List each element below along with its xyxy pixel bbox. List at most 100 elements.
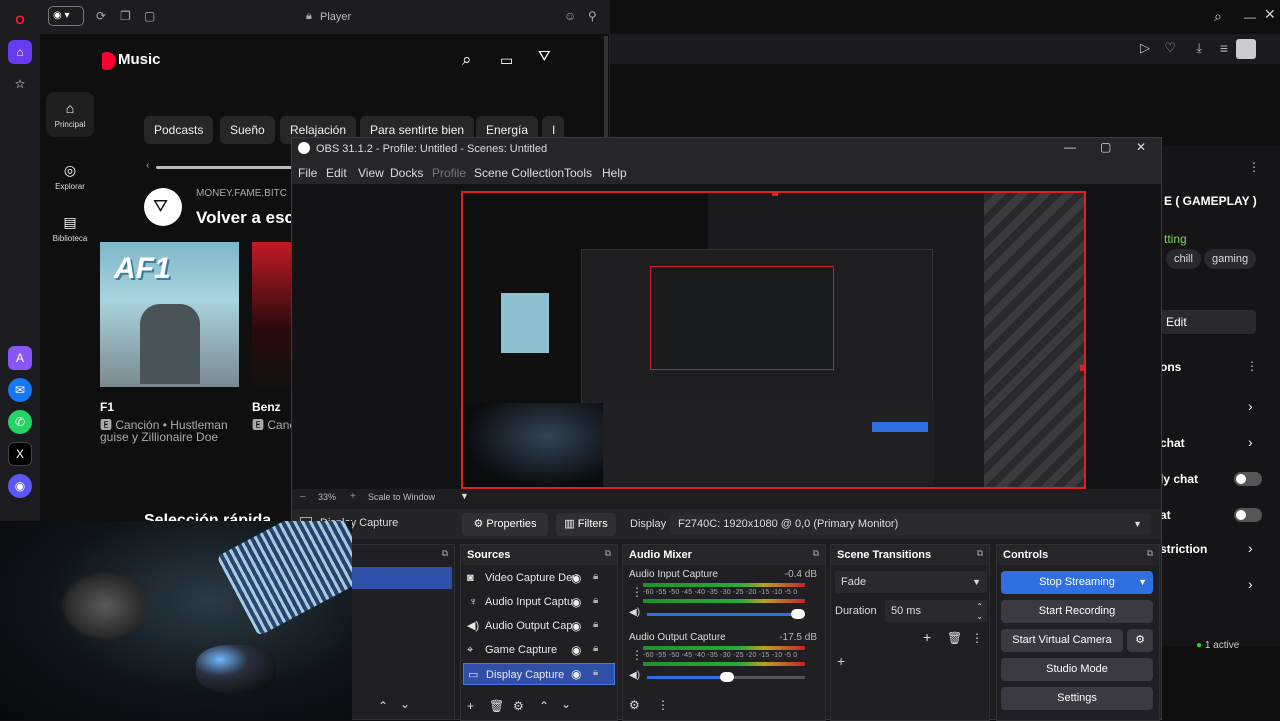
add-icon[interactable]: +: [923, 629, 931, 645]
chevron-down-icon[interactable]: ⌄: [400, 697, 410, 711]
chevron-down-icon[interactable]: ⌄: [561, 697, 571, 711]
menu-edit[interactable]: Edit: [326, 166, 347, 180]
chip-sueno[interactable]: Sueño: [220, 116, 275, 144]
menu-file[interactable]: File: [298, 166, 317, 180]
rail-item-home[interactable]: ⌂ Principal: [46, 92, 94, 137]
window-icon[interactable]: ▢: [144, 9, 155, 23]
chevron-right-icon[interactable]: ›: [1248, 434, 1253, 450]
minimize-icon[interactable]: —: [1064, 140, 1076, 154]
transform-handle[interactable]: [1080, 365, 1084, 371]
more-icon[interactable]: ⋮: [1248, 160, 1260, 174]
filters-button[interactable]: ▥ Filters: [556, 513, 616, 536]
trash-icon[interactable]: 🗑︎: [947, 631, 962, 645]
chevron-down-icon[interactable]: ▼: [460, 491, 469, 501]
reload-icon[interactable]: ⟳: [96, 9, 106, 23]
menu-scene-collection[interactable]: Scene Collection: [474, 166, 564, 180]
opera-logo-icon[interactable]: O: [8, 8, 32, 32]
scene-item-selected[interactable]: [352, 567, 452, 589]
minimize-icon[interactable]: —: [1244, 10, 1256, 24]
lock-icon[interactable]: 🔒︎: [593, 643, 598, 654]
toggle-switch[interactable]: [1234, 472, 1262, 486]
chevron-right-icon[interactable]: ›: [1248, 398, 1253, 414]
aria-icon[interactable]: A: [8, 346, 32, 370]
maximize-icon[interactable]: ▢: [1100, 140, 1111, 154]
visibility-eye-icon[interactable]: ◉: [571, 619, 581, 633]
emoji-icon[interactable]: ☺: [564, 9, 576, 23]
card-title[interactable]: F1: [100, 400, 114, 414]
cast-icon[interactable]: ▭: [500, 52, 513, 69]
play-icon[interactable]: ▷: [1140, 40, 1150, 56]
settings-row[interactable]: chat: [1160, 436, 1185, 450]
volume-slider[interactable]: [647, 672, 805, 682]
chevron-left-icon[interactable]: ‹: [146, 160, 149, 171]
scale-mode[interactable]: Scale to Window: [368, 492, 435, 502]
pin-icon[interactable]: ⚲: [588, 9, 597, 23]
add-icon[interactable]: +: [467, 699, 474, 713]
close-icon[interactable]: ✕: [1264, 6, 1276, 23]
rail-item-library[interactable]: ▤ Biblioteca: [46, 206, 94, 251]
spin-down-icon[interactable]: ⌄: [976, 606, 983, 628]
visibility-eye-icon[interactable]: ◉: [571, 595, 581, 609]
preview-canvas[interactable]: [461, 191, 1086, 489]
gear-icon[interactable]: ⚙: [513, 699, 524, 713]
menu-profile[interactable]: Profile: [432, 166, 466, 180]
workspace-icon[interactable]: ◉ ▾: [48, 6, 84, 26]
undock-icon[interactable]: ⧉: [813, 548, 819, 559]
trash-icon[interactable]: 🗑︎: [489, 699, 504, 713]
tabs-icon[interactable]: ❐: [120, 9, 131, 23]
rail-item-explore[interactable]: ◎ Explorar: [46, 154, 94, 199]
advanced-audio-icon[interactable]: ⚙: [629, 698, 640, 712]
lock-icon[interactable]: 🔒︎: [593, 619, 598, 630]
account-icon[interactable]: ⛛: [538, 48, 551, 65]
undock-icon[interactable]: ⧉: [977, 548, 983, 559]
player-icon[interactable]: ◉: [8, 474, 32, 498]
chip-podcasts[interactable]: Podcasts: [144, 116, 214, 144]
speaker-icon[interactable]: ◀): [629, 670, 640, 681]
studio-mode-button[interactable]: Studio Mode: [1001, 658, 1153, 681]
undock-icon[interactable]: ⧉: [442, 548, 448, 559]
search-icon[interactable]: ⌕: [462, 50, 472, 70]
undock-icon[interactable]: ⧉: [605, 548, 611, 559]
chevron-right-icon[interactable]: ›: [1248, 576, 1253, 592]
visibility-eye-icon[interactable]: ◉: [571, 667, 581, 681]
card-title[interactable]: Benz: [252, 400, 281, 414]
virtual-camera-settings-button[interactable]: ⚙: [1127, 629, 1153, 652]
more-icon[interactable]: ⋮: [1246, 359, 1258, 373]
undock-icon[interactable]: ⧉: [1147, 548, 1153, 559]
kebab-icon[interactable]: ⋮: [631, 585, 643, 599]
lock-icon[interactable]: 🔒︎: [593, 595, 598, 606]
logo-text[interactable]: Music: [118, 51, 161, 68]
search-icon[interactable]: ⌕: [1214, 8, 1222, 25]
duration-spinbox[interactable]: 50 ms ⌃ ⌄: [885, 600, 987, 622]
tag-chip[interactable]: gaming: [1204, 249, 1257, 269]
properties-button[interactable]: ⚙ Properties: [462, 513, 548, 536]
album-art[interactable]: AF1: [100, 242, 239, 387]
volume-handle[interactable]: [719, 672, 734, 682]
whatsapp-icon[interactable]: ✆: [8, 410, 32, 434]
zoom-in-icon[interactable]: +: [350, 491, 356, 502]
menu-help[interactable]: Help: [602, 166, 627, 180]
chevron-up-icon[interactable]: ⌃: [539, 699, 549, 713]
lock-icon[interactable]: 🔒︎: [593, 667, 598, 678]
pin-icon[interactable]: ☆: [8, 72, 32, 96]
download-icon[interactable]: ⤓: [1196, 40, 1202, 56]
x-twitter-icon[interactable]: X: [8, 442, 32, 466]
menu-docks[interactable]: Docks: [390, 166, 423, 180]
chevron-right-icon[interactable]: ›: [1248, 540, 1253, 556]
album-art[interactable]: [252, 242, 292, 387]
settings-button[interactable]: Settings: [1001, 687, 1153, 710]
settings-row[interactable]: striction: [1160, 542, 1207, 556]
edit-button[interactable]: Edit: [1160, 310, 1256, 334]
lock-icon[interactable]: 🔒︎: [593, 571, 598, 582]
volume-handle[interactable]: [791, 609, 805, 619]
chevron-up-icon[interactable]: ⌃: [378, 699, 388, 713]
transition-select[interactable]: Fade ▼: [835, 571, 987, 593]
channel-avatar[interactable]: ⛛: [144, 188, 182, 226]
home-icon[interactable]: ⌂: [8, 40, 32, 64]
heart-icon[interactable]: ♡: [1164, 40, 1176, 56]
menu-tools[interactable]: Tools: [564, 166, 592, 180]
channel-name[interactable]: MONEY.FAME.BITC: [196, 188, 287, 199]
visibility-eye-icon[interactable]: ◉: [571, 643, 581, 657]
toggle-switch[interactable]: [1234, 508, 1262, 522]
menu-view[interactable]: View: [358, 166, 384, 180]
